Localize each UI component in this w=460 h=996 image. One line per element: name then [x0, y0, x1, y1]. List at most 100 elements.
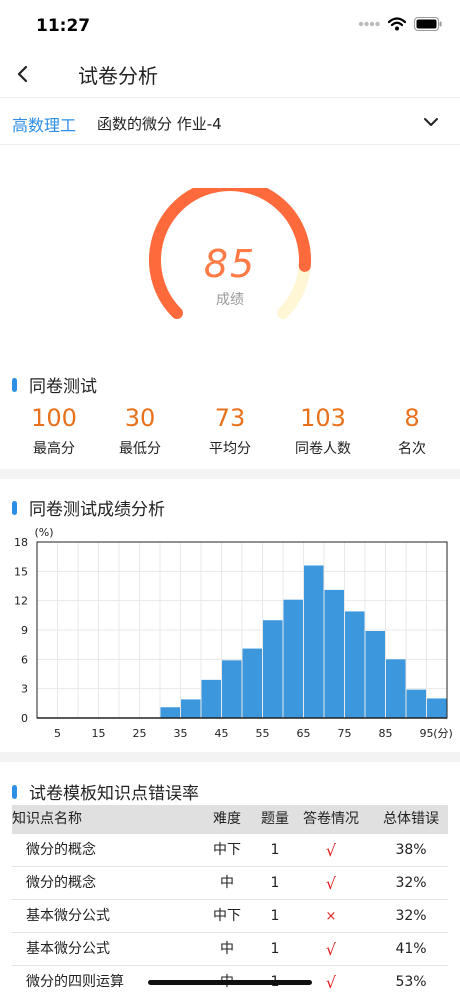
cross-mark-icon: ×: [325, 909, 337, 924]
check-mark-icon: √: [325, 940, 337, 959]
cell-count: 1: [270, 842, 280, 858]
section-divider: [0, 752, 460, 762]
section-title-test: 同卷测试: [12, 372, 97, 397]
histogram-bar: [386, 659, 406, 718]
page-title: 试卷分析: [78, 64, 158, 88]
section-title-knowledge: 试卷模板知识点错误率: [12, 779, 199, 804]
x-tick-label: 75: [338, 727, 352, 740]
y-tick-label: 0: [21, 712, 28, 725]
histogram-bar: [181, 699, 201, 718]
x-tick-label: 15: [92, 727, 106, 740]
cell-error: 38%: [395, 842, 427, 858]
section-marker: [12, 784, 17, 799]
x-axis-unit: (分): [433, 727, 453, 740]
nav-bar: 试卷分析: [0, 50, 460, 98]
check-mark-icon: √: [325, 874, 337, 893]
stat-value: 73: [214, 404, 246, 432]
histogram-bar: [222, 660, 242, 718]
wifi-icon: [388, 17, 406, 31]
stat-value: 100: [31, 404, 77, 432]
stat-label: 平均分: [209, 441, 251, 457]
table-row[interactable]: 微分的概念 中下 1 √ 38%: [12, 834, 448, 867]
signal-icon: [358, 21, 380, 27]
stats-row: 100 最高分 30 最低分 73 平均分 103 同卷人数 8 名次: [0, 404, 460, 460]
header-count: 题量: [261, 811, 289, 827]
x-tick-label: 5: [54, 727, 61, 740]
battery-icon: [414, 17, 442, 31]
cell-difficulty: 中下: [213, 842, 241, 858]
cell-name: 微分的概念: [26, 842, 96, 858]
status-icons: [358, 17, 442, 31]
home-indicator[interactable]: [148, 980, 312, 985]
cell-name: 基本微分公式: [26, 908, 110, 924]
stat-label: 最低分: [119, 441, 161, 457]
section-title-text: 同卷测试成绩分析: [29, 500, 165, 520]
cell-error: 32%: [395, 908, 427, 924]
histogram-bar: [406, 689, 426, 718]
header-difficulty: 难度: [213, 811, 241, 827]
table-row[interactable]: 基本微分公式 中下 1 × 32%: [12, 900, 448, 933]
cell-count: 1: [270, 875, 280, 891]
header-answer: 答卷情况: [303, 811, 359, 827]
x-tick-label: 35: [174, 727, 188, 740]
histogram-bar: [304, 565, 324, 718]
cell-name: 基本微分公式: [26, 941, 110, 957]
status-time: 11:27: [36, 16, 91, 36]
stat-lowest: 30 最低分: [94, 404, 186, 458]
stat-label: 同卷人数: [295, 441, 351, 457]
cell-error: 32%: [395, 875, 427, 891]
table-header: 知识点名称 难度 题量 答卷情况 总体错误: [12, 805, 448, 834]
stat-label: 名次: [398, 441, 426, 457]
score-distribution-chart: 0 3 6 9 12 15 18 5 15 25 35 45 55 65 75 85 95 (%) (分): [14, 526, 453, 740]
table-row[interactable]: 基本微分公式 中 1 √ 41%: [12, 933, 448, 966]
y-tick-label: 3: [21, 683, 28, 696]
cell-difficulty: 中: [220, 941, 234, 957]
cell-name: 微分的四则运算: [26, 974, 124, 990]
cell-count: 1: [270, 941, 280, 957]
stat-highest: 100 最高分: [8, 404, 100, 458]
course-subject[interactable]: 高数理工: [12, 112, 76, 136]
stat-participants: 103 同卷人数: [277, 404, 369, 458]
y-tick-label: 9: [21, 624, 28, 637]
course-homework[interactable]: 函数的微分 作业-4: [97, 113, 222, 134]
stat-rank: 8 名次: [366, 404, 458, 458]
cell-difficulty: 中: [220, 875, 234, 891]
x-tick-label: 95: [420, 727, 434, 740]
stat-label: 最高分: [33, 441, 75, 457]
histogram-bar: [283, 599, 303, 718]
histogram-bar: [427, 698, 447, 718]
histogram-bar: [345, 611, 365, 718]
y-tick-label: 6: [21, 653, 28, 666]
x-tick-label: 65: [297, 727, 311, 740]
section-title-text: 同卷测试: [29, 377, 97, 397]
stat-value: 8: [404, 404, 420, 432]
header-name: 知识点名称: [12, 811, 82, 827]
y-axis-unit: (%): [34, 526, 53, 539]
section-title-text: 试卷模板知识点错误率: [29, 784, 199, 804]
chevron-down-icon[interactable]: [420, 111, 442, 133]
cell-count: 1: [270, 908, 280, 924]
section-title-distribution: 同卷测试成绩分析: [12, 495, 165, 520]
stat-average: 73 平均分: [184, 404, 276, 458]
score-label: 成绩: [216, 292, 244, 308]
section-marker: [12, 377, 17, 392]
check-mark-icon: √: [325, 841, 337, 860]
score-value: 85: [203, 242, 257, 286]
status-bar: 11:27: [0, 0, 460, 50]
histogram-bar: [324, 589, 344, 718]
table-row[interactable]: 微分的概念 中 1 √ 32%: [12, 867, 448, 900]
back-icon[interactable]: [10, 60, 38, 88]
histogram-bar: [263, 620, 283, 718]
course-selector[interactable]: 高数理工 函数的微分 作业-4: [0, 99, 460, 145]
histogram-bar: [365, 630, 385, 718]
histogram-bar: [242, 648, 262, 718]
section-divider: [0, 469, 460, 479]
x-tick-label: 25: [133, 727, 147, 740]
x-tick-label: 85: [379, 727, 393, 740]
y-tick-label: 15: [14, 565, 28, 578]
x-tick-label: 55: [256, 727, 270, 740]
section-marker: [12, 500, 17, 515]
cell-difficulty: 中下: [213, 908, 241, 924]
stat-value: 103: [300, 404, 346, 432]
y-tick-label: 18: [14, 536, 28, 549]
